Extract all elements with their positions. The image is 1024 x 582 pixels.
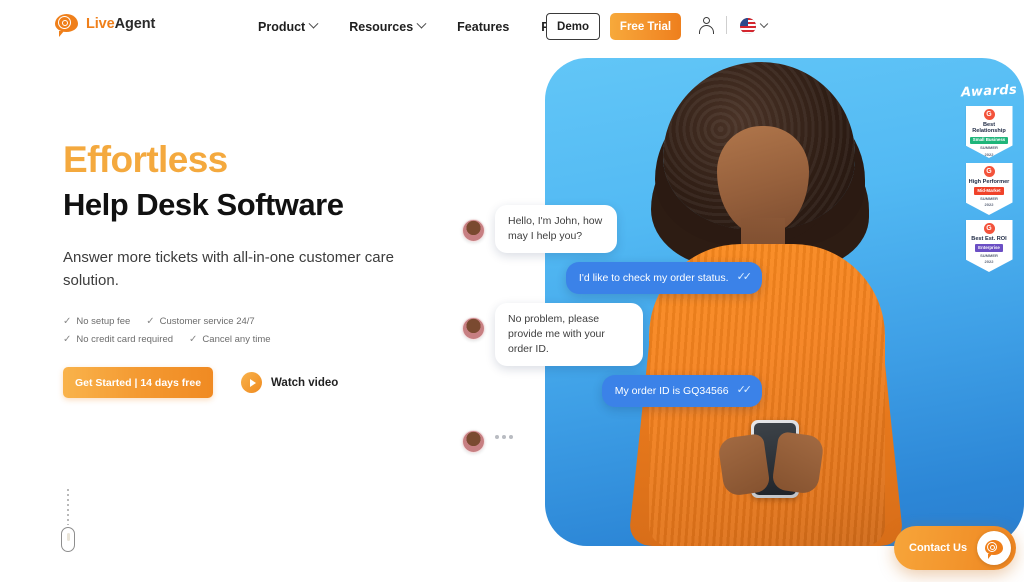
page-title: Help Desk Software <box>63 186 344 222</box>
chat-bubble-incoming: No problem, please provide me with your … <box>495 302 643 367</box>
site-header: LiveAgent Product Resources Features Pri… <box>0 0 1024 53</box>
award-badge-best-relationship[interactable]: G Best Relationship Small Business SUMME… <box>965 106 1013 158</box>
awards-title: Awards <box>960 82 1018 101</box>
award-badge-title: High Performer <box>968 179 1010 185</box>
benefit-cancel-any-time: ✓ Cancel any time <box>189 334 271 345</box>
check-icon: ✓ <box>189 334 198 346</box>
chat-bubble-text: My order ID is GQ34566 <box>614 384 729 397</box>
get-started-button[interactable]: Get Started | 14 days free <box>63 367 213 399</box>
g2-logo-icon: G <box>983 166 995 177</box>
avatar <box>462 219 485 242</box>
logo-liveagent[interactable]: LiveAgent <box>55 14 155 37</box>
check-icon: ✓ <box>146 316 155 328</box>
mouse-outline <box>61 527 75 552</box>
header-divider <box>726 16 727 34</box>
award-badge-best-est-roi[interactable]: G Best Est. ROI Enterprise SUMMER 2022 <box>965 220 1013 272</box>
chat-message-4: My order ID is GQ34566 ✓✓ <box>462 375 762 407</box>
free-trial-button[interactable]: Free Trial <box>610 13 681 40</box>
logo-text-live: Live <box>86 16 115 32</box>
nav-item-resources-label: Resources <box>349 19 414 34</box>
check-icon: ✓ <box>63 316 72 328</box>
chat-bubble-text: I'd like to check my order status. <box>578 271 729 284</box>
award-badge-title: Best Est. ROI <box>971 236 1007 242</box>
watch-video-button[interactable]: Watch video <box>241 372 339 394</box>
awards-rail: Awards G Best Relationship Small Busines… <box>954 58 1024 286</box>
logo-text-agent: Agent <box>114 16 156 32</box>
scroll-mouse-icon[interactable] <box>60 489 76 554</box>
contact-us-widget[interactable]: Contact Us <box>894 526 1016 570</box>
chevron-down-icon <box>308 18 319 29</box>
award-badge-season: SUMMER <box>980 145 998 151</box>
language-selector[interactable] <box>740 18 769 34</box>
benefit-no-credit-card: ✓ No credit card required <box>63 334 173 345</box>
watch-video-label: Watch video <box>271 376 339 389</box>
chat-bubble-outgoing: My order ID is GQ34566 ✓✓ <box>601 375 762 407</box>
avatar <box>462 316 485 340</box>
hero-cta-row: Get Started | 14 days free Watch video <box>63 367 483 399</box>
benefit-customer-service: ✓ Customer service 24/7 <box>146 316 254 327</box>
award-badge-category: Enterprise <box>975 244 1003 252</box>
chevron-down-icon <box>759 19 769 29</box>
award-badge-title: Best Relationship <box>972 122 1006 135</box>
landing-page: LiveAgent Product Resources Features Pri… <box>0 0 1024 582</box>
double-check-icon: ✓✓ <box>736 384 753 397</box>
chat-message-1: Hello, I'm John, how may I help you? <box>462 205 762 254</box>
benefit-no-setup-fee: ✓ No setup fee <box>63 316 130 327</box>
g2-logo-icon: G <box>983 223 995 234</box>
nav-item-product[interactable]: Product <box>258 18 333 34</box>
award-badge-season: SUMMER <box>980 195 998 201</box>
demo-button[interactable]: Demo <box>546 13 600 40</box>
at-speech-bubble-icon <box>977 531 1011 565</box>
chat-message-2: I'd like to check my order status. ✓✓ <box>462 262 762 294</box>
nav-item-features-label: Features <box>457 19 510 34</box>
award-badge-category: Small Business <box>969 136 1009 145</box>
user-icon[interactable] <box>698 17 714 35</box>
chat-bubble-incoming: Hello, I'm John, how may I help you? <box>495 205 617 254</box>
award-badge-season: SUMMER <box>980 252 998 258</box>
benefit-label: Cancel any time <box>202 334 271 346</box>
benefit-row-1: ✓ No setup fee ✓ Customer service 24/7 <box>63 316 483 327</box>
hero-benefit-list: ✓ No setup fee ✓ Customer service 24/7 ✓… <box>63 316 483 345</box>
play-icon <box>241 372 262 394</box>
chat-conversation-overlay: Hello, I'm John, how may I help you? I'd… <box>462 205 762 462</box>
nav-item-resources[interactable]: Resources <box>333 18 441 34</box>
benefit-label: Customer service 24/7 <box>159 316 255 328</box>
hero-copy: Effortless Help Desk Software Answer mor… <box>63 139 483 399</box>
chat-message-typing <box>462 416 762 453</box>
nav-item-features[interactable]: Features <box>441 20 525 34</box>
g2-logo-icon: G <box>983 109 995 120</box>
benefit-row-2: ✓ No credit card required ✓ Cancel any t… <box>63 334 483 345</box>
nav-item-product-label: Product <box>258 19 306 34</box>
us-flag-icon <box>740 18 756 34</box>
award-badge-year: 2022 <box>984 151 994 157</box>
chat-message-3: No problem, please provide me with your … <box>462 302 762 367</box>
chevron-down-icon <box>416 18 427 29</box>
award-badge-year: 2022 <box>984 202 994 208</box>
typing-indicator-icon <box>495 434 513 439</box>
benefit-label: No credit card required <box>76 334 174 346</box>
award-badge-category: Mid-Market <box>974 187 1004 195</box>
chat-bubble-outgoing: I'd like to check my order status. ✓✓ <box>565 262 762 294</box>
hero-subheadline: Answer more tickets with all-in-one cust… <box>63 248 394 290</box>
at-speech-bubble-icon <box>55 14 79 37</box>
award-badge-high-performer[interactable]: G High Performer Mid-Market SUMMER 2022 <box>965 163 1013 215</box>
page-title-accent: Effortless <box>63 139 228 180</box>
contact-us-label: Contact Us <box>909 542 968 554</box>
double-check-icon: ✓✓ <box>736 271 753 284</box>
benefit-label: No setup fee <box>76 316 131 328</box>
scroll-dotted-line <box>67 489 69 525</box>
award-badge-year: 2022 <box>984 259 994 265</box>
avatar <box>462 429 485 453</box>
check-icon: ✓ <box>63 334 72 346</box>
logo-text: LiveAgent <box>86 16 155 32</box>
